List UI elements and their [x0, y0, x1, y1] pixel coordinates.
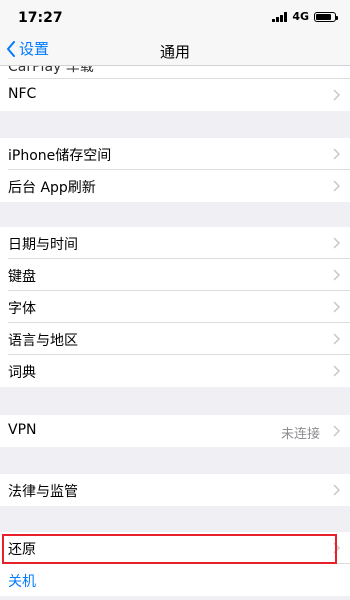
highlight-box	[2, 534, 337, 564]
signal-icon	[272, 11, 288, 22]
settings-list[interactable]: CarPlay 车载 NFC iPhone储存空间 后台 App刷新 日期与时间…	[0, 66, 350, 600]
row-label: 词典	[8, 365, 36, 381]
chevron-right-icon	[333, 180, 340, 192]
row-label: 语言与地区	[8, 333, 78, 349]
row-label: 关机	[8, 574, 36, 590]
settings-row-shutdown[interactable]: 关机	[0, 564, 350, 596]
group-vpn: VPN 未连接	[0, 415, 350, 447]
row-label: CarPlay 车载	[8, 66, 94, 75]
settings-row-iphone-storage[interactable]: iPhone储存空间	[0, 138, 350, 170]
settings-row-keyboard[interactable]: 键盘	[0, 259, 350, 291]
settings-row-background-refresh[interactable]: 后台 App刷新	[0, 170, 350, 202]
group-locale: 日期与时间 键盘 字体 语言与地区 词典	[0, 227, 350, 387]
row-label: 日期与时间	[8, 237, 78, 253]
group-storage: iPhone储存空间 后台 App刷新	[0, 138, 350, 202]
row-label: 键盘	[8, 269, 36, 285]
group-legal: 法律与监管	[0, 474, 350, 506]
row-label: NFC	[8, 86, 37, 102]
status-bar: 17:27 4G	[0, 0, 350, 34]
row-label: VPN	[8, 422, 37, 438]
row-label: 法律与监管	[8, 484, 78, 500]
chevron-right-icon	[333, 237, 340, 249]
settings-row-language-region[interactable]: 语言与地区	[0, 323, 350, 355]
chevron-right-icon	[333, 365, 340, 377]
row-label: 后台 App刷新	[8, 180, 96, 196]
network-type: 4G	[292, 10, 309, 23]
group-nfc: CarPlay 车载 NFC	[0, 66, 350, 111]
page-title: 通用	[159, 43, 190, 61]
chevron-right-icon	[333, 425, 340, 437]
settings-row-legal[interactable]: 法律与监管	[0, 474, 350, 506]
status-time: 17:27	[18, 10, 63, 26]
chevron-right-icon	[333, 148, 340, 160]
chevron-right-icon	[333, 269, 340, 281]
settings-row-fonts[interactable]: 字体	[0, 291, 350, 323]
settings-row-nfc[interactable]: NFC	[0, 79, 350, 111]
row-label: 字体	[8, 301, 36, 317]
navigation-bar: 设置 通用	[0, 34, 350, 66]
chevron-right-icon	[333, 484, 340, 496]
settings-row-carplay[interactable]: CarPlay 车载	[0, 66, 350, 79]
chevron-right-icon	[333, 89, 340, 101]
settings-row-dictionary[interactable]: 词典	[0, 355, 350, 387]
row-label: iPhone储存空间	[8, 148, 112, 164]
chevron-right-icon	[333, 333, 340, 345]
vpn-status: 未连接	[280, 427, 320, 442]
settings-row-date-time[interactable]: 日期与时间	[0, 227, 350, 259]
battery-icon	[314, 11, 338, 22]
chevron-right-icon	[333, 301, 340, 313]
settings-row-vpn[interactable]: VPN 未连接	[0, 415, 350, 447]
status-indicators: 4G	[272, 10, 338, 23]
